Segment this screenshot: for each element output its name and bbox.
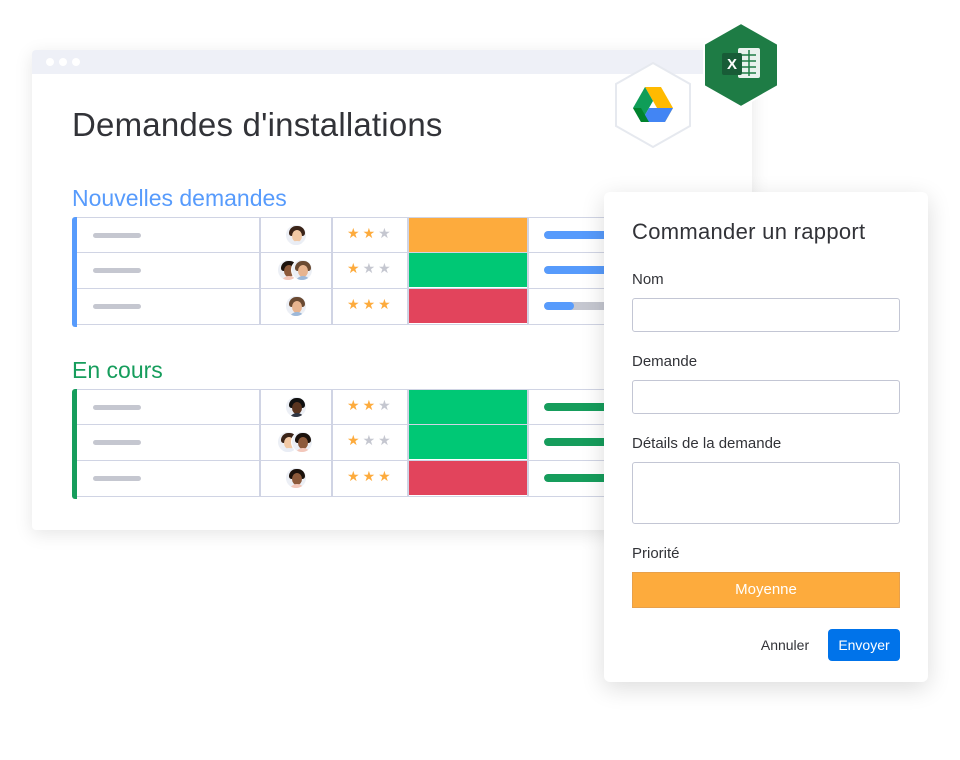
avatar[interactable] bbox=[285, 467, 307, 489]
avatar[interactable] bbox=[285, 396, 307, 418]
order-report-form: Commander un rapport Nom Demande Détails… bbox=[604, 192, 928, 682]
status-label[interactable] bbox=[409, 425, 527, 459]
rating-cell[interactable]: ★★★ bbox=[333, 289, 409, 324]
item-name-cell[interactable] bbox=[77, 390, 261, 424]
star-icon[interactable]: ★ bbox=[363, 226, 379, 242]
status-label[interactable] bbox=[409, 390, 527, 424]
rating-cell[interactable]: ★★★ bbox=[333, 425, 409, 460]
details-label: Détails de la demande bbox=[632, 435, 782, 452]
status-label[interactable] bbox=[409, 289, 527, 323]
status-cell[interactable] bbox=[409, 461, 529, 496]
status-label[interactable] bbox=[409, 253, 527, 287]
status-label[interactable] bbox=[409, 461, 527, 495]
request-input[interactable] bbox=[632, 380, 900, 414]
item-name-placeholder bbox=[93, 233, 141, 238]
item-name-placeholder bbox=[93, 304, 141, 309]
status-cell[interactable] bbox=[409, 289, 529, 324]
item-name-placeholder bbox=[93, 268, 141, 273]
name-input[interactable] bbox=[632, 298, 900, 332]
rating-stars[interactable]: ★★★ bbox=[347, 433, 394, 449]
status-cell[interactable] bbox=[409, 218, 529, 252]
rating-cell[interactable]: ★★★ bbox=[333, 390, 409, 424]
group-title-new-requests[interactable]: Nouvelles demandes bbox=[72, 185, 287, 212]
rating-stars[interactable]: ★★★ bbox=[347, 261, 394, 277]
item-name-cell[interactable] bbox=[77, 218, 261, 252]
avatar[interactable] bbox=[291, 431, 313, 453]
item-name-cell[interactable] bbox=[77, 289, 261, 324]
group-title-in-progress[interactable]: En cours bbox=[72, 357, 163, 384]
status-cell[interactable] bbox=[409, 253, 529, 288]
avatar[interactable] bbox=[291, 259, 313, 281]
star-icon[interactable]: ★ bbox=[363, 469, 379, 485]
star-icon[interactable]: ★ bbox=[347, 469, 363, 485]
star-icon[interactable]: ★ bbox=[378, 398, 394, 414]
item-name-placeholder bbox=[93, 440, 141, 445]
google-drive-icon[interactable] bbox=[612, 60, 694, 150]
star-icon[interactable]: ★ bbox=[378, 469, 394, 485]
star-icon[interactable]: ★ bbox=[363, 297, 379, 313]
star-icon[interactable]: ★ bbox=[347, 433, 363, 449]
submit-button[interactable]: Envoyer bbox=[828, 629, 900, 661]
star-icon[interactable]: ★ bbox=[363, 398, 379, 414]
rating-cell[interactable]: ★★★ bbox=[333, 253, 409, 288]
star-icon[interactable]: ★ bbox=[378, 261, 394, 277]
rating-cell[interactable]: ★★★ bbox=[333, 461, 409, 496]
item-name-cell[interactable] bbox=[77, 425, 261, 460]
form-title: Commander un rapport bbox=[632, 219, 866, 244]
status-label[interactable] bbox=[409, 218, 527, 252]
request-label: Demande bbox=[632, 353, 698, 370]
people-cell[interactable] bbox=[261, 289, 333, 324]
window-dot-icon bbox=[46, 58, 54, 66]
item-name-placeholder bbox=[93, 405, 141, 410]
name-label: Nom bbox=[632, 271, 664, 288]
window-dot-icon bbox=[59, 58, 67, 66]
star-icon[interactable]: ★ bbox=[363, 261, 379, 277]
people-cell[interactable] bbox=[261, 461, 333, 496]
priority-label: Priorité bbox=[632, 545, 680, 562]
star-icon[interactable]: ★ bbox=[347, 261, 363, 277]
star-icon[interactable]: ★ bbox=[363, 433, 379, 449]
star-icon[interactable]: ★ bbox=[347, 398, 363, 414]
window-dot-icon bbox=[72, 58, 80, 66]
star-icon[interactable]: ★ bbox=[378, 297, 394, 313]
people-cell[interactable] bbox=[261, 253, 333, 288]
cancel-button[interactable]: Annuler bbox=[750, 629, 820, 661]
rating-stars[interactable]: ★★★ bbox=[347, 469, 394, 485]
rating-stars[interactable]: ★★★ bbox=[347, 398, 394, 414]
rating-cell[interactable]: ★★★ bbox=[333, 218, 409, 252]
star-icon[interactable]: ★ bbox=[378, 226, 394, 242]
priority-select[interactable]: Moyenne bbox=[632, 572, 900, 608]
status-cell[interactable] bbox=[409, 425, 529, 460]
rating-stars[interactable]: ★★★ bbox=[347, 297, 394, 313]
people-cell[interactable] bbox=[261, 390, 333, 424]
excel-icon[interactable]: X bbox=[700, 20, 782, 110]
item-name-cell[interactable] bbox=[77, 253, 261, 288]
people-cell[interactable] bbox=[261, 218, 333, 252]
board-title: Demandes d'installations bbox=[72, 106, 443, 143]
details-textarea[interactable] bbox=[632, 462, 900, 524]
people-cell[interactable] bbox=[261, 425, 333, 460]
avatar[interactable] bbox=[285, 224, 307, 246]
star-icon[interactable]: ★ bbox=[347, 297, 363, 313]
star-icon[interactable]: ★ bbox=[347, 226, 363, 242]
rating-stars[interactable]: ★★★ bbox=[347, 226, 394, 242]
item-name-placeholder bbox=[93, 476, 141, 481]
status-cell[interactable] bbox=[409, 390, 529, 424]
avatar[interactable] bbox=[285, 295, 307, 317]
item-name-cell[interactable] bbox=[77, 461, 261, 496]
progress-fill bbox=[544, 302, 574, 310]
star-icon[interactable]: ★ bbox=[378, 433, 394, 449]
excel-letter: X bbox=[727, 56, 737, 73]
